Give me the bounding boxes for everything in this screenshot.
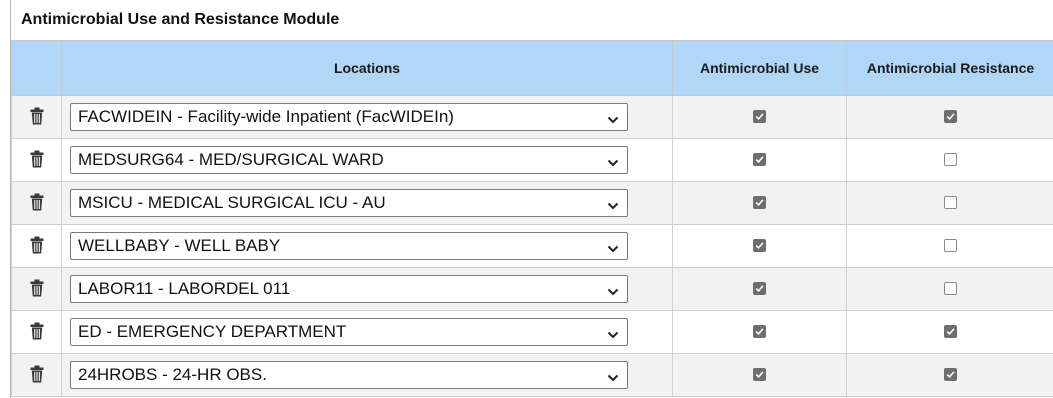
table-row: FACWIDEIN - Facility-wide Inpatient (Fac… <box>11 95 1053 139</box>
location-select[interactable]: 24HROBS - 24-HR OBS. <box>70 361 628 389</box>
antimicrobial-use-checkbox[interactable] <box>753 110 766 124</box>
antimicrobial-use-checkbox[interactable] <box>753 153 766 167</box>
trash-icon[interactable] <box>30 236 44 254</box>
antimicrobial-use-cell <box>672 353 847 397</box>
antimicrobial-use-cell <box>672 95 847 139</box>
header-antimicrobial-resistance: Antimicrobial Resistance <box>846 40 1053 96</box>
antimicrobial-resistance-checkbox[interactable] <box>944 196 957 210</box>
antimicrobial-use-checkbox[interactable] <box>753 325 766 339</box>
chevron-down-icon <box>607 241 619 253</box>
location-select-value: 24HROBS - 24-HR OBS. <box>78 365 267 384</box>
antimicrobial-resistance-cell <box>846 95 1053 139</box>
location-select-value: MSICU - MEDICAL SURGICAL ICU - AU <box>78 193 386 212</box>
module-title: Antimicrobial Use and Resistance Module <box>21 11 340 28</box>
location-select-value: LABOR11 - LABORDEL 011 <box>78 279 291 298</box>
antimicrobial-module: Antimicrobial Use and Resistance Module … <box>10 0 1053 398</box>
table-header-row: Locations Antimicrobial Use Antimicrobia… <box>11 40 1053 96</box>
table-row: LABOR11 - LABORDEL 011 <box>11 267 1053 311</box>
delete-cell <box>11 310 62 354</box>
location-cell: FACWIDEIN - Facility-wide Inpatient (Fac… <box>61 95 673 139</box>
antimicrobial-resistance-checkbox[interactable] <box>944 325 957 339</box>
location-select-value: ED - EMERGENCY DEPARTMENT <box>78 322 347 341</box>
trash-icon[interactable] <box>30 193 44 211</box>
antimicrobial-use-cell <box>672 310 847 354</box>
antimicrobial-resistance-checkbox[interactable] <box>944 368 957 382</box>
antimicrobial-resistance-cell <box>846 353 1053 397</box>
header-antimicrobial-use: Antimicrobial Use <box>672 40 847 96</box>
location-select[interactable]: LABOR11 - LABORDEL 011 <box>70 275 628 303</box>
antimicrobial-use-checkbox[interactable] <box>753 239 766 253</box>
header-locations: Locations <box>61 40 673 96</box>
trash-icon[interactable] <box>30 150 44 168</box>
antimicrobial-resistance-checkbox[interactable] <box>944 282 957 296</box>
table-row: 24HROBS - 24-HR OBS. <box>11 353 1053 397</box>
antimicrobial-resistance-cell <box>846 267 1053 311</box>
table-row: MSICU - MEDICAL SURGICAL ICU - AU <box>11 181 1053 225</box>
location-cell: WELLBABY - WELL BABY <box>61 224 673 268</box>
location-select[interactable]: ED - EMERGENCY DEPARTMENT <box>70 318 628 346</box>
table-row: WELLBABY - WELL BABY <box>11 224 1053 268</box>
chevron-down-icon <box>607 370 619 382</box>
location-select[interactable]: FACWIDEIN - Facility-wide Inpatient (Fac… <box>70 103 628 131</box>
trash-icon[interactable] <box>30 365 44 383</box>
location-select[interactable]: WELLBABY - WELL BABY <box>70 232 628 260</box>
antimicrobial-resistance-checkbox[interactable] <box>944 239 957 253</box>
chevron-down-icon <box>607 198 619 210</box>
antimicrobial-use-checkbox[interactable] <box>753 368 766 382</box>
location-cell: 24HROBS - 24-HR OBS. <box>61 353 673 397</box>
location-select-value: MEDSURG64 - MED/SURGICAL WARD <box>78 150 384 169</box>
trash-icon[interactable] <box>30 322 44 340</box>
trash-icon[interactable] <box>30 107 44 125</box>
table-row: MEDSURG64 - MED/SURGICAL WARD <box>11 138 1053 182</box>
location-select-value: WELLBABY - WELL BABY <box>78 236 281 255</box>
header-delete <box>11 40 62 96</box>
antimicrobial-resistance-cell <box>846 310 1053 354</box>
antimicrobial-resistance-cell <box>846 181 1053 225</box>
antimicrobial-resistance-checkbox[interactable] <box>944 153 957 167</box>
antimicrobial-use-cell <box>672 181 847 225</box>
location-cell: LABOR11 - LABORDEL 011 <box>61 267 673 311</box>
antimicrobial-use-cell <box>672 138 847 182</box>
antimicrobial-use-checkbox[interactable] <box>753 196 766 210</box>
location-select[interactable]: MSICU - MEDICAL SURGICAL ICU - AU <box>70 189 628 217</box>
table-row: ED - EMERGENCY DEPARTMENT <box>11 310 1053 354</box>
trash-icon[interactable] <box>30 279 44 297</box>
chevron-down-icon <box>607 155 619 167</box>
location-select-value: FACWIDEIN - Facility-wide Inpatient (Fac… <box>78 107 454 126</box>
antimicrobial-use-cell <box>672 224 847 268</box>
antimicrobial-use-cell <box>672 267 847 311</box>
delete-cell <box>11 267 62 311</box>
locations-table: Locations Antimicrobial Use Antimicrobia… <box>11 40 1053 397</box>
chevron-down-icon <box>607 284 619 296</box>
location-cell: MEDSURG64 - MED/SURGICAL WARD <box>61 138 673 182</box>
antimicrobial-resistance-checkbox[interactable] <box>944 110 957 124</box>
location-cell: ED - EMERGENCY DEPARTMENT <box>61 310 673 354</box>
delete-cell <box>11 181 62 225</box>
chevron-down-icon <box>607 327 619 339</box>
delete-cell <box>11 224 62 268</box>
antimicrobial-use-checkbox[interactable] <box>753 282 766 296</box>
delete-cell <box>11 95 62 139</box>
antimicrobial-resistance-cell <box>846 224 1053 268</box>
delete-cell <box>11 138 62 182</box>
location-select[interactable]: MEDSURG64 - MED/SURGICAL WARD <box>70 146 628 174</box>
antimicrobial-resistance-cell <box>846 138 1053 182</box>
chevron-down-icon <box>607 112 619 124</box>
delete-cell <box>11 353 62 397</box>
location-cell: MSICU - MEDICAL SURGICAL ICU - AU <box>61 181 673 225</box>
